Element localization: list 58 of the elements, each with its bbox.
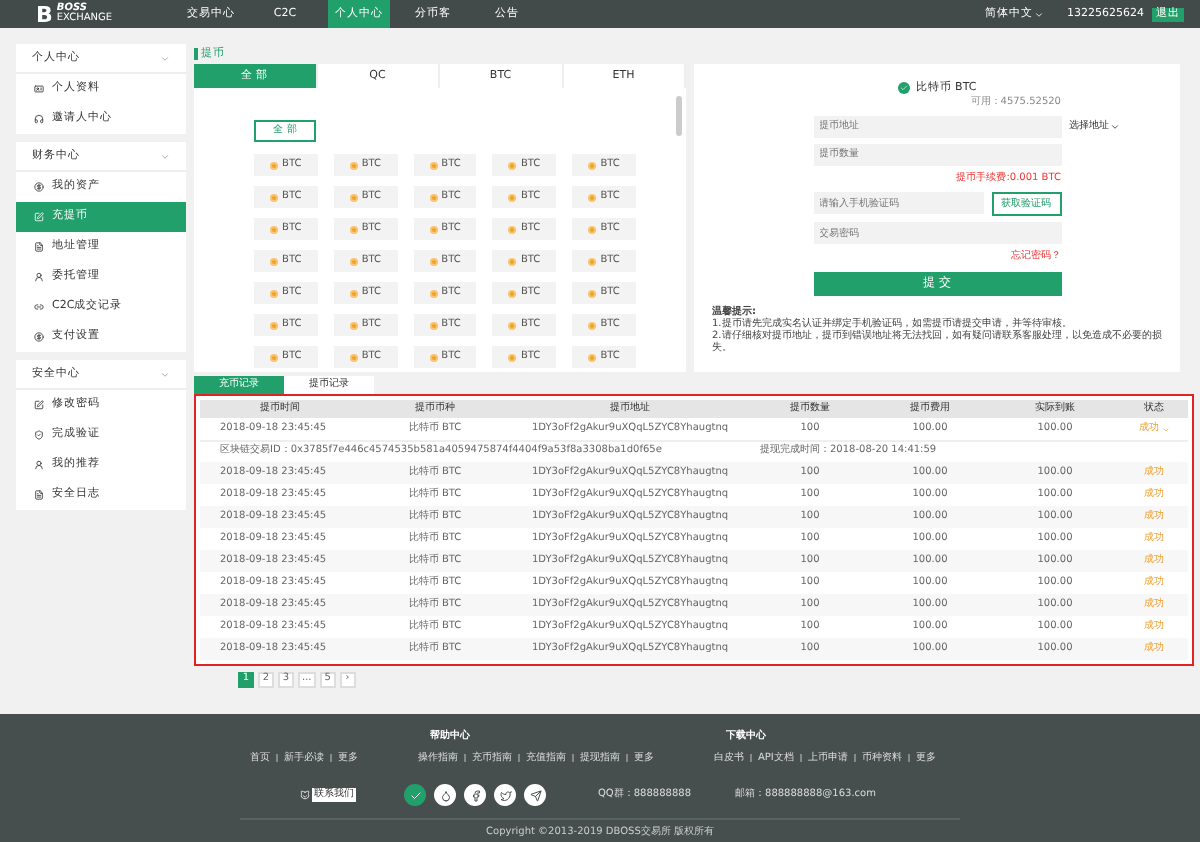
coin-icon <box>270 225 279 233</box>
document-icon <box>34 490 44 500</box>
facebook-icon[interactable] <box>464 784 486 806</box>
coin-icon <box>508 353 517 361</box>
document-icon <box>34 242 44 252</box>
coin-icon <box>270 257 279 265</box>
coin-icon <box>429 321 438 329</box>
caret-icon <box>1033 9 1043 19</box>
coin-icon <box>588 193 597 201</box>
coin-icon <box>508 289 517 297</box>
coin-icon <box>588 321 597 329</box>
headset-icon <box>34 114 44 124</box>
coin-icon <box>429 289 438 297</box>
edit-icon <box>34 212 44 222</box>
cat-icon <box>300 790 310 800</box>
link-icon <box>34 302 44 312</box>
coin-icon <box>34 182 44 192</box>
coin-icon <box>349 161 358 169</box>
shield-icon <box>34 430 44 440</box>
coin-icon <box>429 225 438 233</box>
coin-icon <box>429 353 438 361</box>
coin-icon <box>270 353 279 361</box>
coin-icon <box>429 257 438 265</box>
coin-icon <box>588 289 597 297</box>
user-icon <box>34 272 44 282</box>
telegram-icon[interactable] <box>524 784 546 806</box>
coin-icon <box>349 257 358 265</box>
logo-letter: B <box>36 3 53 25</box>
id-card-icon <box>34 84 44 94</box>
coin-icon <box>349 353 358 361</box>
coin-icon <box>270 289 279 297</box>
coin-icon <box>349 321 358 329</box>
coin-icon <box>270 193 279 201</box>
coin-icon <box>429 161 438 169</box>
coin-icon <box>588 353 597 361</box>
section-marker <box>194 48 197 60</box>
twitter-icon[interactable] <box>494 784 516 806</box>
coin-icon <box>34 332 44 342</box>
coin-icon <box>429 193 438 201</box>
coin-icon <box>588 161 597 169</box>
coin-icon <box>349 289 358 297</box>
coin-icon <box>588 257 597 265</box>
droplet-icon[interactable] <box>434 784 456 806</box>
coin-icon <box>508 225 517 233</box>
user-icon <box>34 460 44 470</box>
coin-icon <box>349 193 358 201</box>
scrollbar <box>676 96 682 136</box>
coin-icon <box>270 161 279 169</box>
coin-icon <box>270 321 279 329</box>
coin-icon <box>508 193 517 201</box>
coin-icon <box>588 225 597 233</box>
coin-icon <box>508 257 517 265</box>
caret-icon <box>1109 122 1119 132</box>
check-circle-icon <box>897 82 910 95</box>
coin-icon <box>508 161 517 169</box>
coin-icon <box>508 321 517 329</box>
coin-icon <box>349 225 358 233</box>
edit-icon <box>34 400 44 410</box>
